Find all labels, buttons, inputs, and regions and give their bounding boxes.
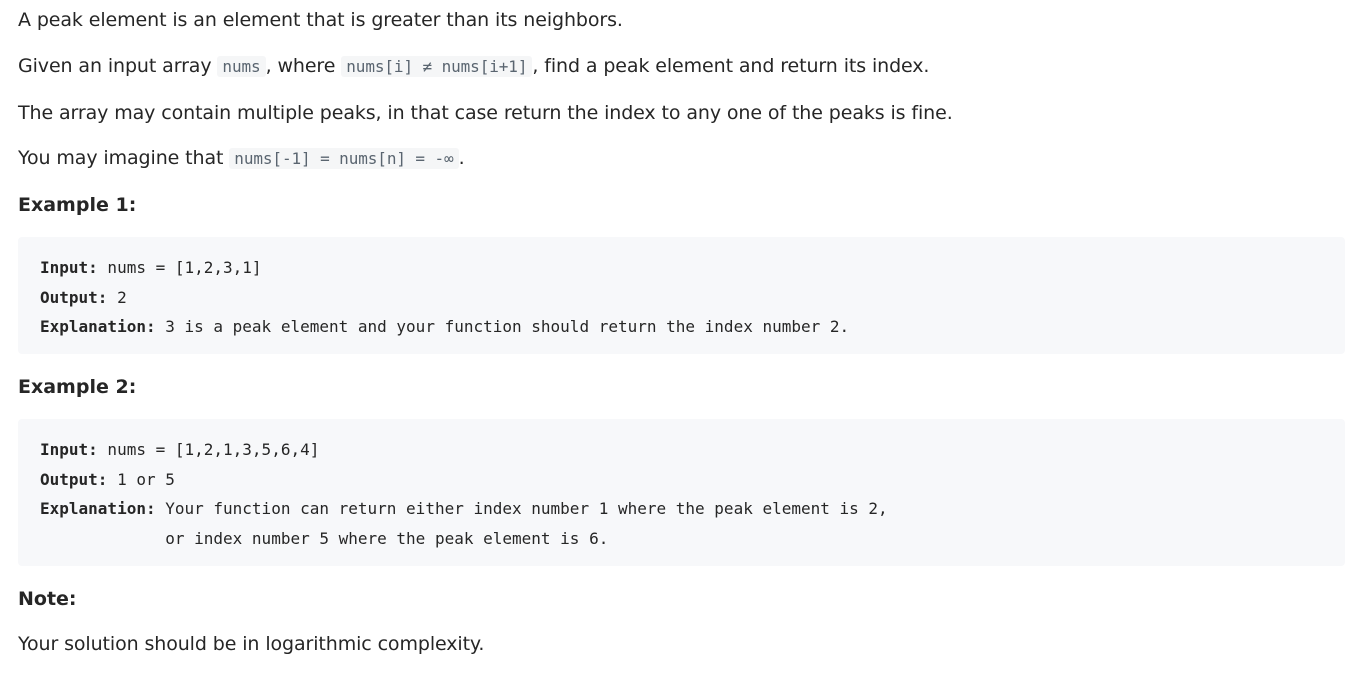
example-1-output-line: Output: 2 xyxy=(40,283,1323,313)
example-2-explanation-line: Explanation: Your function can return ei… xyxy=(40,494,1323,524)
inline-code-condition: nums[i] ≠ nums[i+1] xyxy=(341,56,533,77)
input-value: nums = [1,2,1,3,5,6,4] xyxy=(97,440,320,459)
explanation-label: Explanation: xyxy=(40,499,156,518)
input-label: Input: xyxy=(40,258,98,277)
intro-line-4: You may imagine that nums[-1] = nums[n] … xyxy=(18,146,465,171)
intro-line-2-middle: , where xyxy=(265,55,342,77)
intro-line-3: The array may contain multiple peaks, in… xyxy=(18,102,953,124)
intro-line-4-suffix: . xyxy=(458,147,465,169)
inline-code-nums: nums xyxy=(217,56,266,77)
note-text: Your solution should be in logarithmic c… xyxy=(18,633,485,655)
example-2-output-line: Output: 1 or 5 xyxy=(40,465,1323,495)
output-label: Output: xyxy=(40,469,108,489)
explanation-label: Explanation: xyxy=(40,317,156,336)
intro-line-2-suffix: , find a peak element and return its ind… xyxy=(532,55,930,77)
example-1-code-block: Input: nums = [1,2,3,1] Output: 2 Explan… xyxy=(18,237,1345,354)
intro-line-4-prefix: You may imagine that xyxy=(18,147,230,169)
output-value: 1 or 5 xyxy=(107,469,175,489)
explanation-value: Your function can return either index nu… xyxy=(155,499,888,518)
intro-line-2: Given an input array nums, where nums[i]… xyxy=(18,54,929,79)
note-heading: Note: xyxy=(18,588,77,610)
output-label: Output: xyxy=(40,287,108,307)
example-1-heading: Example 1: xyxy=(18,194,137,216)
intro-line-1: A peak element is an element that is gre… xyxy=(18,9,623,31)
example-2-explanation-continuation: or index number 5 where the peak element… xyxy=(40,528,609,548)
input-label: Input: xyxy=(40,440,98,459)
example-2-code-block: Input: nums = [1,2,1,3,5,6,4] Output: 1 … xyxy=(18,419,1345,566)
input-value: nums = [1,2,3,1] xyxy=(97,258,262,277)
intro-line-2-prefix: Given an input array xyxy=(18,55,218,77)
example-2-heading: Example 2: xyxy=(18,376,137,398)
output-value: 2 xyxy=(107,287,127,307)
inline-code-boundary: nums[-1] = nums[n] = -∞ xyxy=(229,148,459,169)
explanation-value: 3 is a peak element and your function sh… xyxy=(155,317,850,336)
example-2-input-line: Input: nums = [1,2,1,3,5,6,4] xyxy=(40,435,1323,465)
example-1-explanation-line: Explanation: 3 is a peak element and you… xyxy=(40,312,1323,342)
example-1-input-line: Input: nums = [1,2,3,1] xyxy=(40,253,1323,283)
